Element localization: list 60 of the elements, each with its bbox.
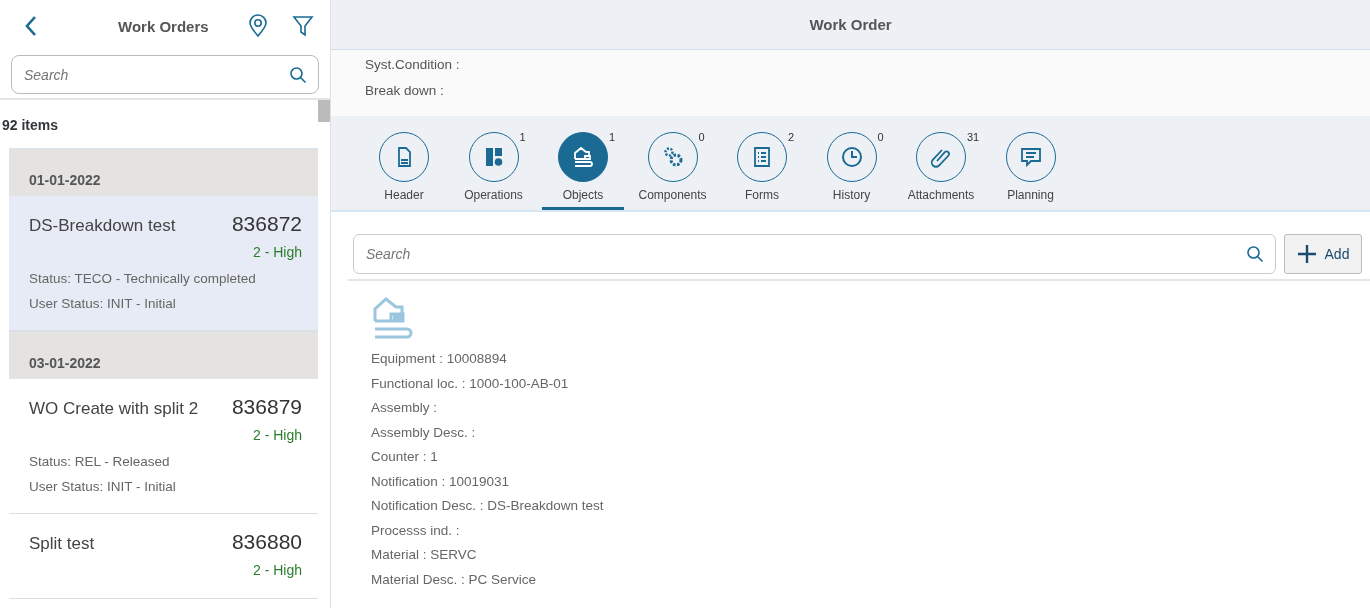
section-tab[interactable]: Planning bbox=[989, 116, 1072, 210]
date-group-header: 01-01-2022 bbox=[9, 148, 318, 196]
section-tab[interactable]: 1 Objects bbox=[542, 116, 624, 210]
section-tab[interactable]: 1 Operations bbox=[452, 116, 535, 210]
work-order-item[interactable]: WO Create with split 2 836879 2 - High Status: REL - Released User Status: INIT - Initial bbox=[9, 379, 318, 514]
order-number: 836879 bbox=[231, 395, 302, 419]
priority-label: 2 - High bbox=[251, 562, 302, 578]
section-tab[interactable]: 31 Attachments bbox=[900, 116, 982, 210]
info-field: Break down : bbox=[365, 78, 1336, 105]
history-icon bbox=[839, 145, 864, 170]
order-title: WO Create with split 2 bbox=[29, 399, 199, 419]
count-label: 2 bbox=[788, 131, 795, 144]
panel-title: Work Orders bbox=[118, 17, 210, 35]
object-field: Notification : 10019031 bbox=[371, 469, 1330, 494]
work-order-item[interactable]: DS-Breakdown test 836872 2 - High Status: TECO - Technically completed User Status: INIT - Initial bbox=[9, 196, 318, 331]
search-icon bbox=[289, 66, 307, 84]
priority-label: 2 - High bbox=[251, 427, 302, 443]
section-tab[interactable]: 0 History bbox=[810, 116, 893, 210]
item-count: 92 items bbox=[2, 117, 60, 133]
add-button[interactable]: Add bbox=[1284, 234, 1362, 274]
work-order-item[interactable]: Split test 836880 2 - High bbox=[9, 514, 318, 599]
count-label: 31 bbox=[967, 131, 980, 144]
object-field: Counter : 1 bbox=[371, 445, 1330, 470]
planning-icon bbox=[1018, 145, 1043, 170]
date-group-header: 03-01-2022 bbox=[9, 331, 318, 379]
object-field: Processs ind. : bbox=[371, 518, 1330, 543]
object-field: Equipment : 10008894 bbox=[371, 347, 1330, 372]
count-label: 0 bbox=[877, 131, 884, 144]
location-pin-icon[interactable] bbox=[248, 14, 268, 38]
count-label: 0 bbox=[698, 131, 705, 144]
section-tab[interactable]: 0 Components bbox=[631, 116, 714, 210]
object-field: Material : SERVC bbox=[371, 543, 1330, 568]
objects-icon bbox=[571, 145, 595, 170]
object-field: Functional loc. : 1000-100-AB-01 bbox=[371, 371, 1330, 396]
order-title: DS-Breakdown test bbox=[29, 216, 176, 236]
search-field[interactable]: Search bbox=[11, 55, 319, 94]
scrollbar-thumb[interactable] bbox=[318, 100, 330, 122]
user-status-text: User Status: INIT - Initial bbox=[29, 295, 177, 313]
back-icon[interactable] bbox=[24, 15, 38, 37]
object-field: Assembly Desc. : bbox=[371, 420, 1330, 445]
section-tab[interactable]: Header bbox=[363, 116, 445, 210]
search-field[interactable]: Search bbox=[353, 234, 1276, 274]
order-title: Split test bbox=[29, 534, 95, 554]
order-number: 836880 bbox=[231, 530, 302, 554]
object-field: Material Desc. : PC Service bbox=[371, 567, 1330, 592]
info-field: Syst.Condition : bbox=[365, 52, 1336, 79]
count-label: 1 bbox=[609, 131, 616, 144]
page-title: Work Order bbox=[809, 16, 892, 34]
object-field: Assembly : bbox=[371, 396, 1330, 421]
user-status-text: User Status: INIT - Initial bbox=[29, 478, 177, 496]
status-text: Status: REL - Released bbox=[29, 453, 171, 471]
order-number: 836872 bbox=[231, 212, 302, 236]
section-tab[interactable]: 2 Forms bbox=[721, 116, 803, 210]
filter-icon[interactable] bbox=[292, 15, 314, 37]
status-text: Status: TECO - Technically completed bbox=[29, 270, 257, 288]
priority-label: 2 - High bbox=[251, 244, 302, 260]
count-label: 1 bbox=[519, 131, 526, 144]
object-field: Notification Desc. : DS-Breakdown test bbox=[371, 494, 1330, 519]
plus-icon bbox=[1296, 244, 1317, 264]
search-icon bbox=[1246, 245, 1264, 263]
